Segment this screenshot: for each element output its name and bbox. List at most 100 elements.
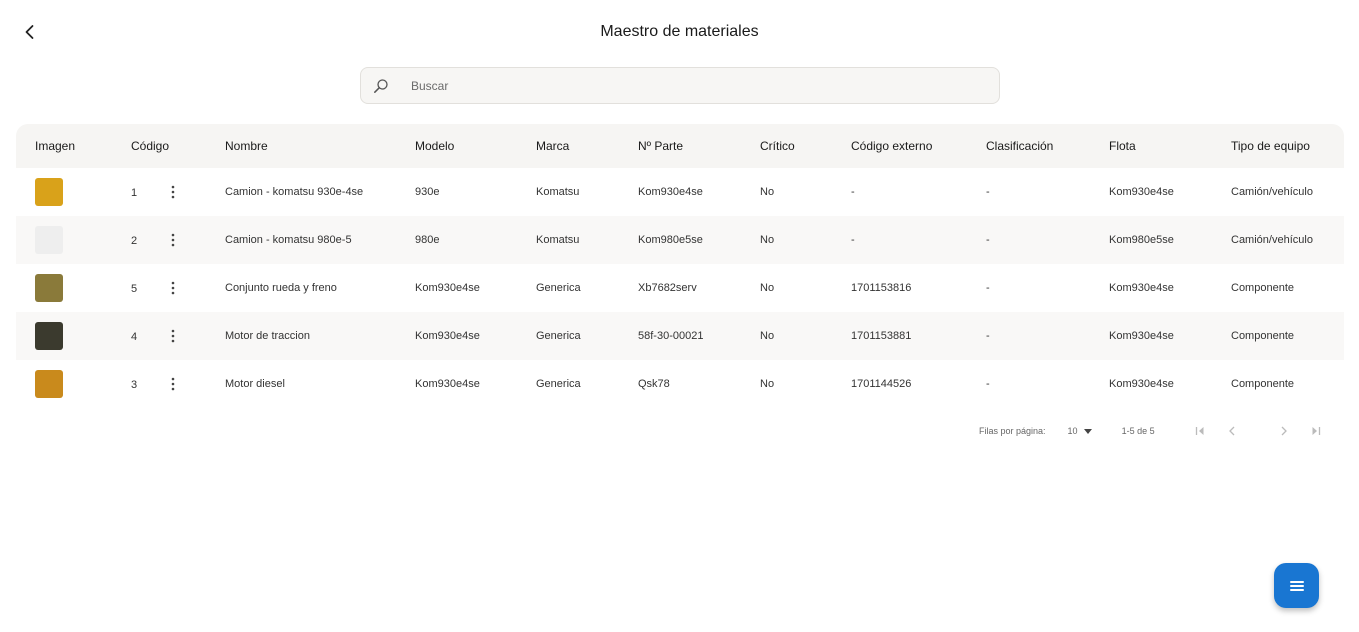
critical-cell: No (760, 234, 775, 246)
fleet-cell: Kom930e4se (1109, 186, 1174, 198)
pagination: Filas por página: 10 1-5 de 5 (979, 424, 1325, 438)
code-value: 1 (131, 187, 138, 199)
critical-cell: No (760, 330, 775, 342)
model-cell: Kom930e4se (415, 282, 480, 294)
column-header[interactable]: Nº Parte (619, 124, 741, 168)
rows-per-page-value: 10 (1067, 426, 1078, 436)
code-cell: 2 (112, 216, 206, 264)
table-row[interactable]: 2 Camion - komatsu 980e-5 980e Komatsu Kom98… (16, 216, 1344, 264)
name-cell: Motor diesel (225, 378, 285, 390)
code-cell: 3 (112, 360, 206, 408)
search-icon (371, 76, 391, 96)
wheel-brake-thumbnail (35, 274, 63, 302)
haul-truck-thumbnail (35, 178, 63, 206)
brand-cell: Komatsu (536, 234, 580, 246)
name-cell: Motor de traccion (225, 330, 310, 342)
search-bar[interactable] (360, 67, 1000, 104)
image-cell (16, 216, 112, 264)
code-value: 3 (131, 379, 138, 391)
code-cell: 1 (112, 168, 206, 216)
column-header[interactable]: Código externo (832, 124, 967, 168)
menu-fab-button[interactable] (1274, 563, 1319, 608)
brand-cell: Komatsu (536, 186, 580, 198)
classification-cell: - (986, 186, 990, 198)
external-code-cell: 1701144526 (851, 378, 912, 390)
name-cell: Conjunto rueda y freno (225, 282, 337, 294)
model-cell: 980e (415, 234, 440, 246)
part-number-cell: 58f-30-00021 (638, 330, 704, 342)
part-number-cell: Qsk78 (638, 378, 670, 390)
first-page-icon (1195, 427, 1204, 435)
classification-cell: - (986, 282, 990, 294)
critical-cell: No (760, 378, 775, 390)
image-cell (16, 264, 112, 312)
last-page-icon (1312, 427, 1320, 435)
brand-cell: Generica (536, 378, 581, 390)
traction-motor-thumbnail (35, 322, 63, 350)
critical-cell: No (760, 186, 775, 198)
first-page-button[interactable] (1191, 424, 1209, 438)
classification-cell: - (986, 330, 990, 342)
dropdown-arrow-icon (1083, 428, 1092, 434)
equipment-type-cell: Componente (1231, 330, 1294, 342)
classification-cell: - (986, 234, 990, 246)
code-value: 4 (131, 331, 138, 343)
equipment-type-cell: Componente (1231, 378, 1294, 390)
materials-table: Imagen Código Nombre Modelo Marca Nº Parte Crí… (16, 124, 1344, 408)
equipment-type-cell: Camión/vehículo (1231, 234, 1313, 246)
menu-icon (1289, 580, 1304, 591)
column-header[interactable]: Tipo de equipo (1212, 124, 1344, 168)
image-cell (16, 312, 112, 360)
fleet-cell: Kom930e4se (1109, 282, 1174, 294)
external-code-cell: 1701153881 (851, 330, 912, 342)
part-number-cell: Kom980e5se (638, 234, 703, 246)
brand-cell: Generica (536, 330, 581, 342)
page-range-label: 1-5 de 5 (1121, 426, 1155, 436)
table-row[interactable]: 3 Motor diesel Kom930e4se Generica Qsk78 No 17… (16, 360, 1344, 408)
chevron-left-icon (1228, 426, 1235, 436)
part-number-cell: Xb7682serv (638, 282, 697, 294)
fleet-cell: Kom930e4se (1109, 378, 1174, 390)
equipment-type-cell: Camión/vehículo (1231, 186, 1313, 198)
table-row[interactable]: 5 Conjunto rueda y freno Kom930e4se Generic… (16, 264, 1344, 312)
chevron-right-icon (1281, 426, 1287, 436)
model-cell: 930e (415, 186, 440, 198)
external-code-cell: - (851, 186, 855, 198)
more-options-icon[interactable] (165, 374, 181, 394)
code-value: 5 (131, 283, 138, 295)
model-cell: Kom930e4se (415, 378, 480, 390)
diesel-engine-thumbnail (35, 370, 63, 398)
external-code-cell: 1701153816 (851, 282, 912, 294)
column-header[interactable]: Código (112, 124, 206, 168)
table-header-row: Imagen Código Nombre Modelo Marca Nº Parte Crí… (16, 124, 1344, 168)
column-header[interactable]: Flota (1090, 124, 1212, 168)
code-cell: 4 (112, 312, 206, 360)
search-input[interactable] (411, 78, 991, 93)
last-page-button[interactable] (1307, 424, 1325, 438)
column-header[interactable]: Nombre (206, 124, 396, 168)
previous-page-button[interactable] (1223, 424, 1241, 438)
column-header[interactable]: Crítico (741, 124, 832, 168)
next-page-button[interactable] (1275, 424, 1293, 438)
rows-per-page-select[interactable]: 10 (1068, 426, 1092, 436)
more-options-icon[interactable] (165, 278, 181, 298)
table-row[interactable]: 1 Camion - komatsu 930e-4se 930e Komatsu Kom… (16, 168, 1344, 216)
column-header[interactable]: Clasificación (967, 124, 1090, 168)
rows-per-page-label: Filas por página: (979, 426, 1046, 436)
column-header[interactable]: Imagen (16, 124, 112, 168)
more-options-icon[interactable] (165, 230, 181, 250)
image-cell (16, 168, 112, 216)
equipment-type-cell: Componente (1231, 282, 1294, 294)
model-cell: Kom930e4se (415, 330, 480, 342)
fleet-cell: Kom930e4se (1109, 330, 1174, 342)
more-options-icon[interactable] (165, 326, 181, 346)
column-header[interactable]: Modelo (396, 124, 517, 168)
column-header[interactable]: Marca (517, 124, 619, 168)
fleet-cell: Kom980e5se (1109, 234, 1174, 246)
table-row[interactable]: 4 Motor de traccion Kom930e4se Generica 58f-… (16, 312, 1344, 360)
more-options-icon[interactable] (165, 182, 181, 202)
brand-cell: Generica (536, 282, 581, 294)
code-cell: 5 (112, 264, 206, 312)
critical-cell: No (760, 282, 775, 294)
image-placeholder-thumbnail (35, 226, 63, 254)
